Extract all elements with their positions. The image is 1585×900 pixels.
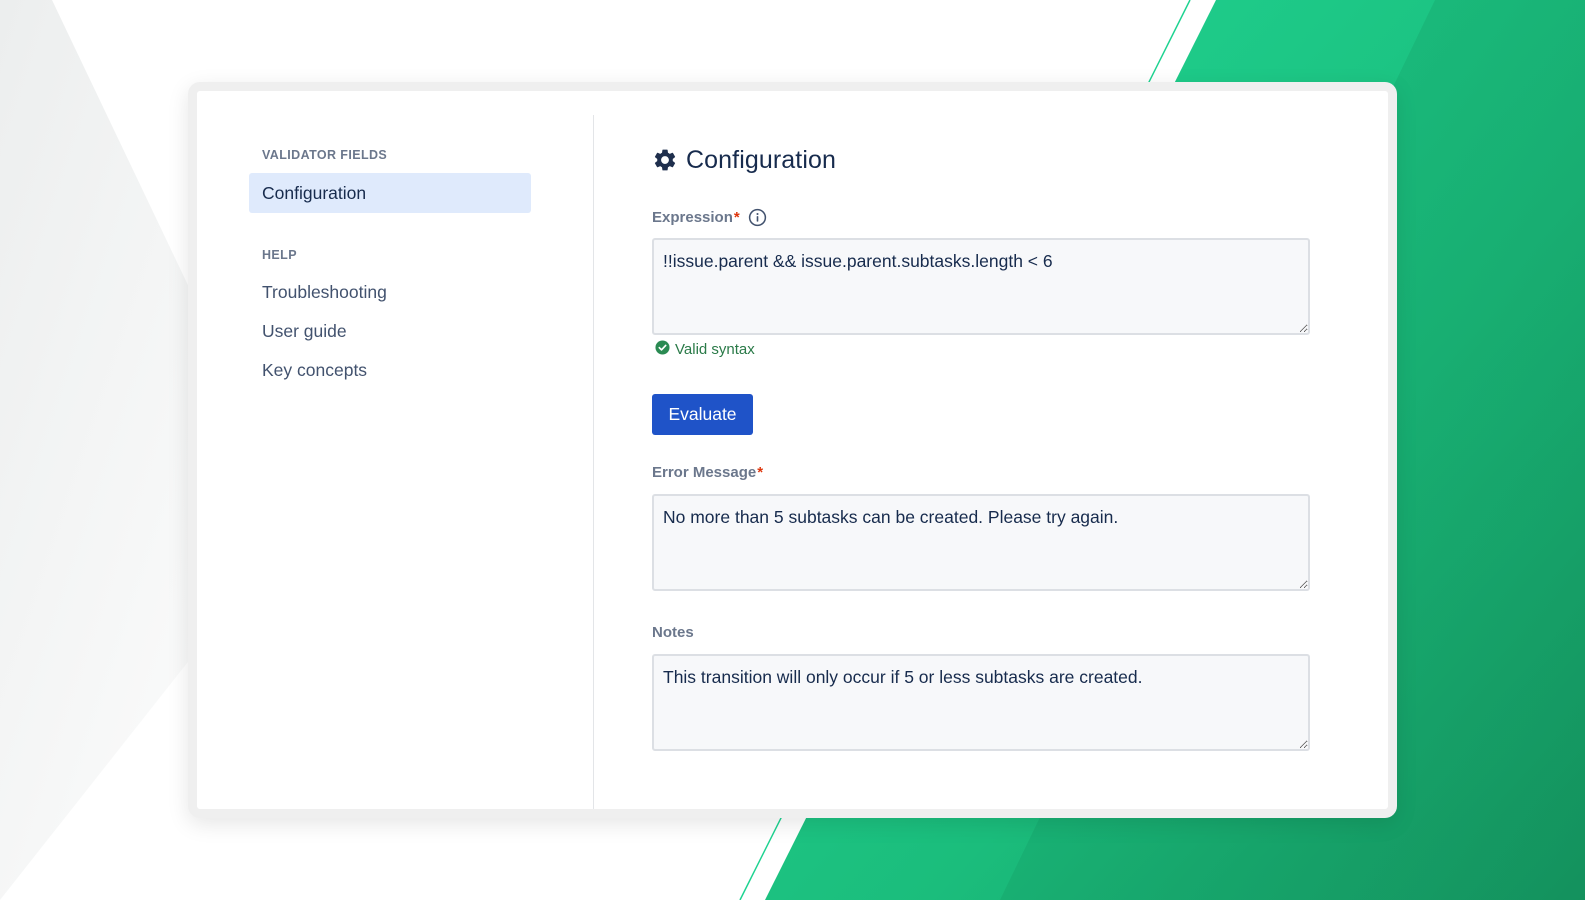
page-title: Configuration: [686, 145, 837, 174]
sidebar-item-key-concepts[interactable]: Key concepts: [249, 350, 531, 390]
nav-heading-help: HELP: [262, 248, 297, 262]
sidebar-item-configuration[interactable]: Configuration: [249, 173, 531, 213]
error-message-label: Error Message: [652, 464, 757, 481]
evaluate-button[interactable]: Evaluate: [652, 394, 753, 435]
expression-label-row: Expression *: [652, 208, 767, 227]
error-message-label-row: Error Message *: [652, 464, 763, 481]
gear-icon: [652, 147, 678, 173]
validation-status: Valid syntax: [655, 340, 755, 359]
nav-heading-validator-fields: VALIDATOR FIELDS: [262, 148, 388, 162]
required-marker: *: [757, 464, 764, 481]
info-icon[interactable]: [748, 208, 767, 227]
page-title-row: Configuration: [652, 143, 836, 177]
validator-config-panel: VALIDATOR FIELDS Configuration HELP Trou…: [197, 91, 1388, 809]
notes-label: Notes: [652, 624, 694, 641]
notes-input[interactable]: This transition will only occur if 5 or …: [652, 654, 1310, 751]
required-marker: *: [733, 209, 740, 226]
check-circle-icon: [655, 340, 675, 359]
sidebar-item-user-guide[interactable]: User guide: [249, 311, 531, 351]
validation-text: Valid syntax: [675, 341, 755, 358]
expression-label: Expression: [652, 209, 733, 226]
expression-input[interactable]: !!issue.parent && issue.parent.subtasks.…: [652, 238, 1310, 335]
sidebar-item-troubleshooting[interactable]: Troubleshooting: [249, 272, 531, 312]
error-message-input[interactable]: No more than 5 subtasks can be created. …: [652, 494, 1310, 591]
sidebar: VALIDATOR FIELDS Configuration HELP Trou…: [197, 91, 593, 809]
main-content: Configuration Expression * !!issue.paren…: [594, 91, 1388, 809]
notes-label-row: Notes: [652, 624, 694, 641]
